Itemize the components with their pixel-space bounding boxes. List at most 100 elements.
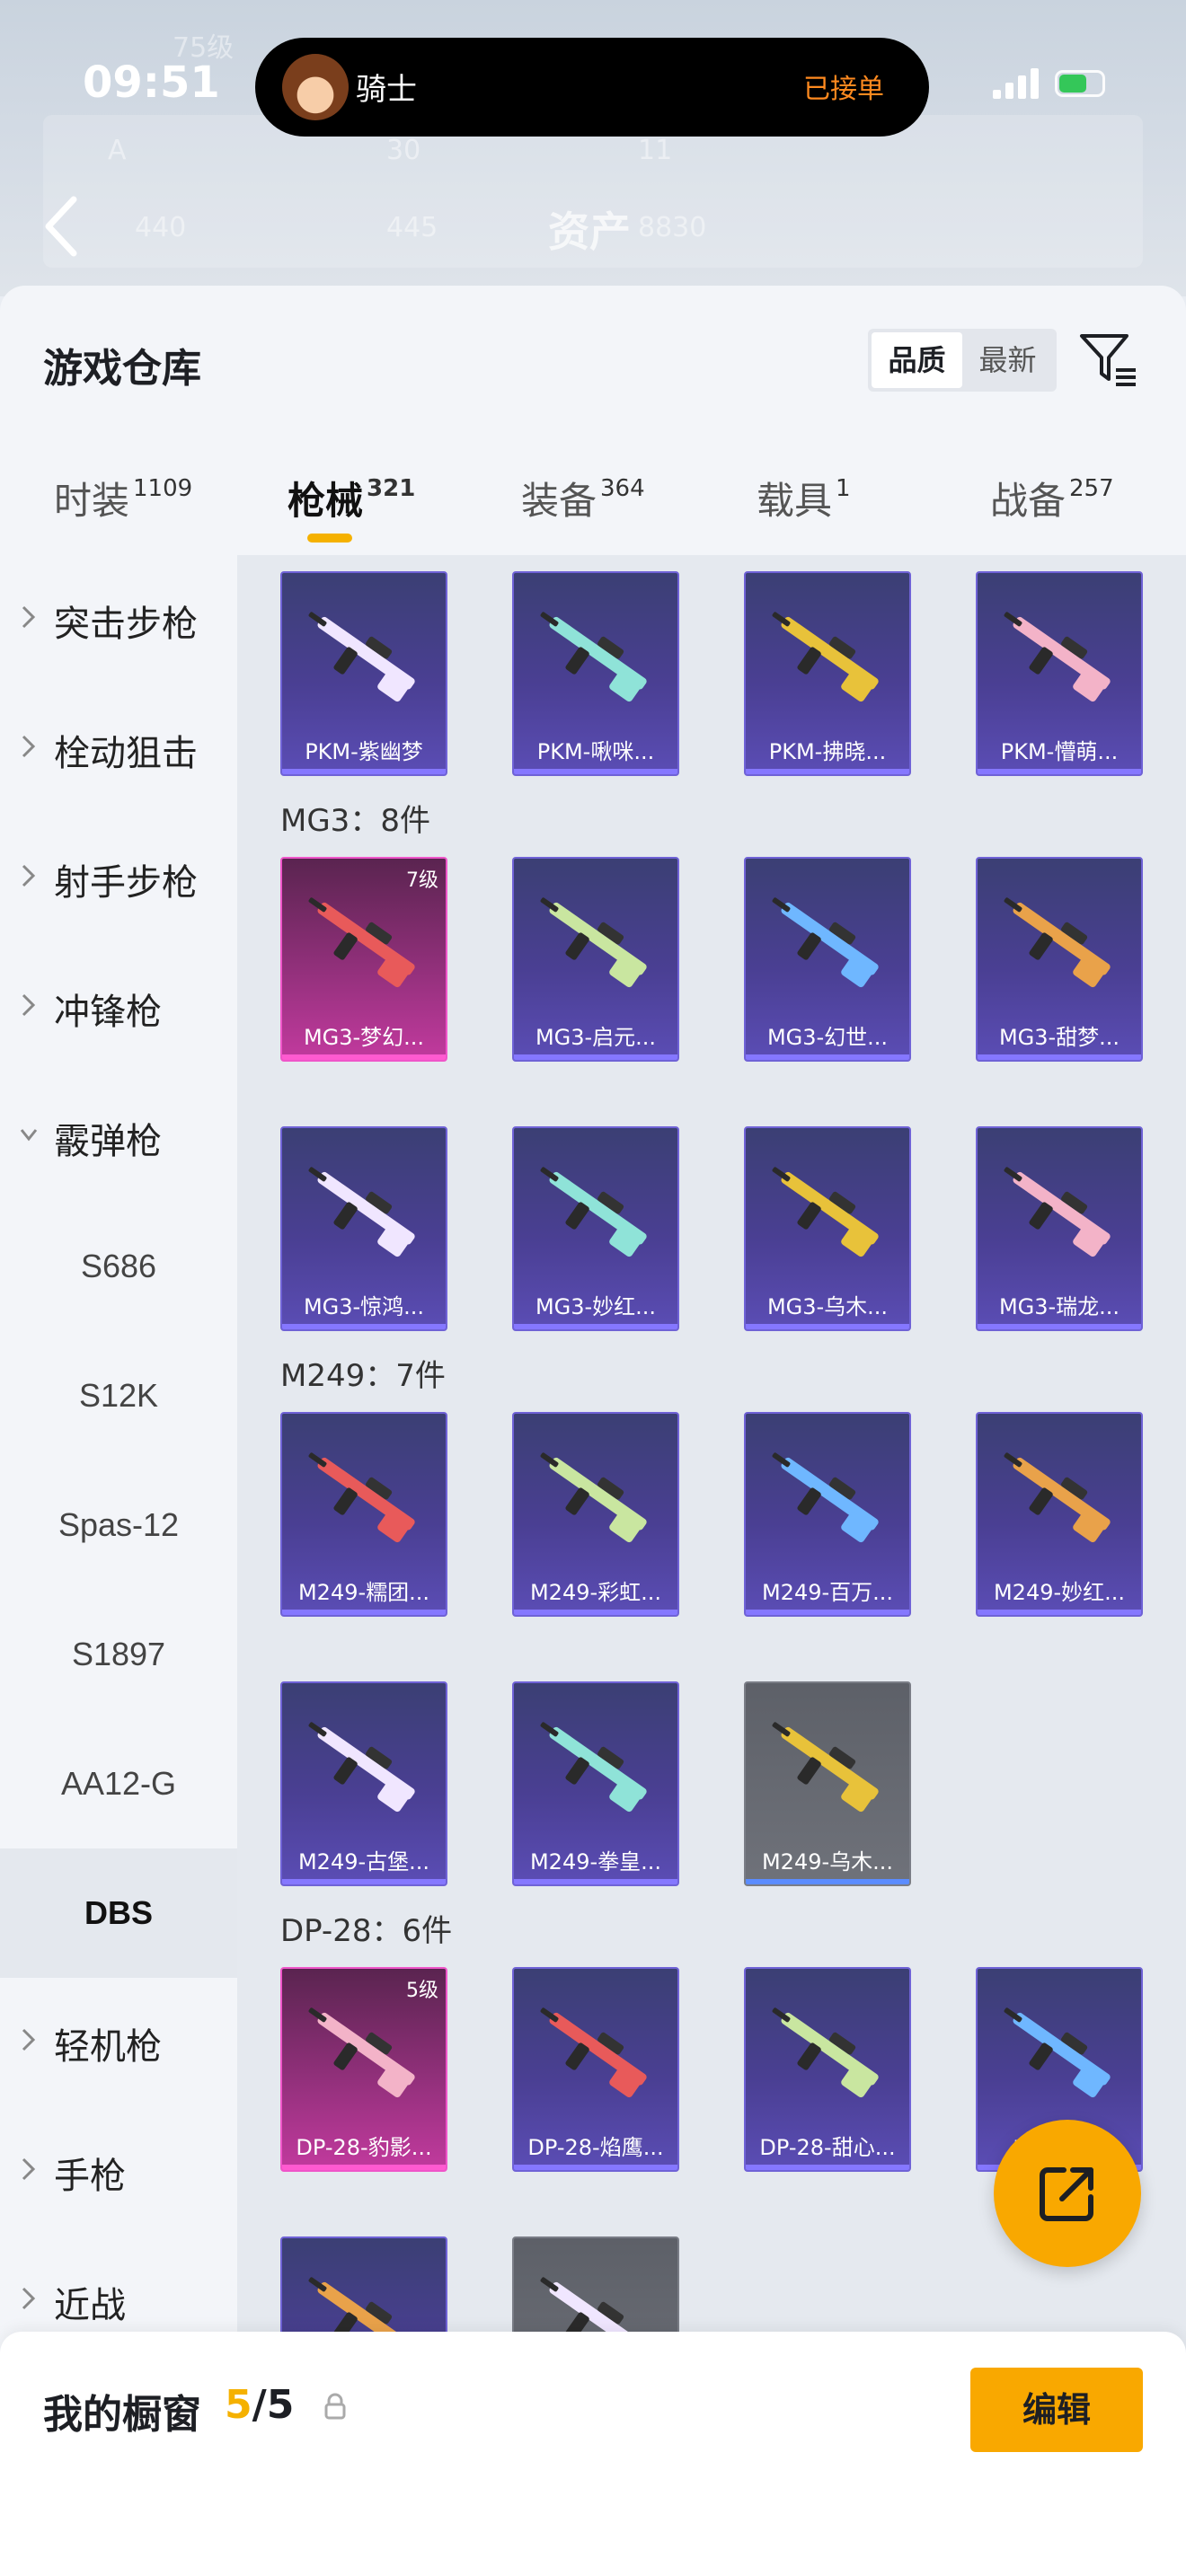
sidebar-item-bolt-sniper[interactable]: 栓动狙击 — [0, 684, 237, 814]
weapon-image — [540, 612, 647, 702]
weapon-image — [1004, 1452, 1111, 1543]
weapon-image — [772, 897, 879, 988]
tab-gear[interactable]: 战备 257 — [990, 471, 1114, 525]
group-label-m249: M249：7件 — [280, 1358, 446, 1394]
weapon-image — [772, 1722, 879, 1813]
stat-e: 445 — [386, 212, 438, 243]
chevron-right-icon — [22, 2287, 36, 2310]
group-label-mg3: MG3：8件 — [280, 803, 430, 839]
weapon-card[interactable]: M249-妙红... — [976, 1412, 1143, 1617]
weapon-image — [308, 612, 415, 702]
sidebar-item-lmg[interactable]: 轻机枪 — [0, 1978, 237, 2107]
stat-a: A — [108, 135, 127, 166]
sidebar-item-shotgun[interactable]: 霰弹枪 — [0, 1072, 237, 1202]
island-status: 已接单 — [803, 74, 884, 105]
tab-equipment[interactable]: 装备 364 — [521, 471, 645, 525]
weapon-card[interactable]: M249-古堡... — [280, 1681, 447, 1886]
battery-icon — [1055, 70, 1105, 97]
chevron-right-icon — [22, 605, 36, 629]
weapon-image — [308, 897, 415, 988]
weapon-card[interactable]: M249-糯团... — [280, 1412, 447, 1617]
sheet-title: 游戏仓库 — [43, 346, 201, 392]
sort-quality-button[interactable]: 品质 — [872, 332, 962, 388]
weapon-image — [308, 2007, 415, 2098]
weapon-card[interactable]: MG3-乌木... — [744, 1126, 911, 1331]
weapon-card[interactable]: MG3-惊鸿... — [280, 1126, 447, 1331]
showcase-count: 5/5 — [225, 2382, 295, 2428]
weapon-card[interactable]: PKM-啾咪... — [512, 571, 679, 776]
group-label-dp28: DP-28：6件 — [280, 1913, 453, 1949]
weapon-card[interactable]: MG3-启元... — [512, 857, 679, 1062]
weapon-card[interactable]: PKM-拂晓... — [744, 571, 911, 776]
weapon-image — [772, 1452, 879, 1543]
edit-button[interactable]: 编辑 — [970, 2368, 1143, 2452]
sidebar-sub-s686[interactable]: S686 — [0, 1202, 237, 1331]
signal-icon — [993, 68, 1039, 99]
chevron-down-icon — [20, 1129, 38, 1142]
sidebar-sub-aa12g[interactable]: AA12-G — [0, 1719, 237, 1848]
sort-newest-button[interactable]: 最新 — [962, 332, 1053, 388]
tab-vehicles[interactable]: 载具 1 — [757, 471, 851, 525]
weapon-image — [540, 897, 647, 988]
sidebar-item-marksman[interactable]: 射手步枪 — [0, 814, 237, 943]
island-name: 骑士 — [356, 72, 417, 108]
weapon-card[interactable]: PKM-紫幽梦 — [280, 571, 447, 776]
weapon-sidebar: 突击步枪 栓动狙击 射手步枪 冲锋枪 霰弹枪 S686 S12K Spas-12… — [0, 555, 237, 2576]
weapon-card[interactable]: 5级 DP-28-豹影... — [280, 1967, 447, 2172]
chevron-right-icon — [22, 2157, 36, 2181]
page-title: 资产 — [548, 207, 631, 256]
weapon-image — [308, 1452, 415, 1543]
weapon-card[interactable]: DP-28-甜心... — [744, 1967, 911, 2172]
weapon-card[interactable]: MG3-妙红... — [512, 1126, 679, 1331]
sidebar-sub-spas12[interactable]: Spas-12 — [0, 1460, 237, 1590]
sidebar-item-pistol[interactable]: 手枪 — [0, 2107, 237, 2236]
sidebar-sub-dbs[interactable]: DBS — [0, 1848, 237, 1978]
sidebar-sub-s1897[interactable]: S1897 — [0, 1590, 237, 1719]
lock-icon — [324, 2393, 346, 2420]
weapon-image — [1004, 897, 1111, 988]
weapon-card[interactable]: MG3-甜梦... — [976, 857, 1143, 1062]
share-button[interactable] — [994, 2120, 1141, 2267]
weapon-image — [308, 1167, 415, 1257]
weapon-image — [772, 2007, 879, 2098]
weapon-card[interactable]: PKM-懵萌... — [976, 571, 1143, 776]
weapon-grid: PKM-紫幽梦 PKM-啾咪... PKM-拂晓... PKM-懵萌... MG… — [237, 555, 1186, 2576]
tab-indicator — [307, 534, 352, 543]
weapon-card[interactable]: DP-28-焰鹰... — [512, 1967, 679, 2172]
dynamic-island[interactable]: 骑士 已接单 — [255, 38, 929, 137]
weapon-card[interactable]: M249-百万... — [744, 1412, 911, 1617]
weapon-image — [540, 1722, 647, 1813]
status-icons — [993, 68, 1105, 99]
stat-c: 11 — [638, 135, 673, 166]
weapon-card[interactable]: MG3-瑞龙... — [976, 1126, 1143, 1331]
weapon-card[interactable]: MG3-幻世... — [744, 857, 911, 1062]
back-icon[interactable] — [41, 194, 83, 259]
chevron-right-icon — [22, 993, 36, 1017]
chevron-right-icon — [22, 735, 36, 758]
sort-toggle: 品质 最新 — [868, 329, 1057, 392]
chevron-right-icon — [22, 2028, 36, 2051]
showcase-label: 我的橱窗 — [43, 2392, 201, 2438]
share-icon — [1040, 2167, 1093, 2221]
sidebar-sub-s12k[interactable]: S12K — [0, 1331, 237, 1460]
tab-fashion[interactable]: 时装 1109 — [54, 471, 192, 525]
category-tabs: 时装 1109 枪械 321 装备 364 载具 1 战备 257 — [0, 451, 1186, 550]
weapon-card[interactable]: 7级 MG3-梦幻... — [280, 857, 447, 1062]
sidebar-item-smg[interactable]: 冲锋枪 — [0, 943, 237, 1072]
tab-guns[interactable]: 枪械 321 — [288, 471, 415, 525]
avatar — [282, 54, 349, 120]
weapon-image — [772, 1167, 879, 1257]
weapon-card[interactable]: M249-乌木... — [744, 1681, 911, 1886]
weapon-image — [1004, 1167, 1111, 1257]
sidebar-item-assault-rifle[interactable]: 突击步枪 — [0, 555, 237, 684]
weapon-card[interactable]: M249-拳皇... — [512, 1681, 679, 1886]
weapon-image — [772, 612, 879, 702]
weapon-card[interactable]: M249-彩虹... — [512, 1412, 679, 1617]
filter-icon[interactable] — [1076, 327, 1141, 392]
weapon-image — [540, 1167, 647, 1257]
stat-b: 30 — [386, 135, 421, 166]
showcase-bar: 我的橱窗 5/5 编辑 — [0, 2332, 1186, 2576]
stat-f: 8830 — [638, 212, 707, 243]
weapon-image — [540, 2007, 647, 2098]
stat-d: 440 — [135, 212, 187, 243]
